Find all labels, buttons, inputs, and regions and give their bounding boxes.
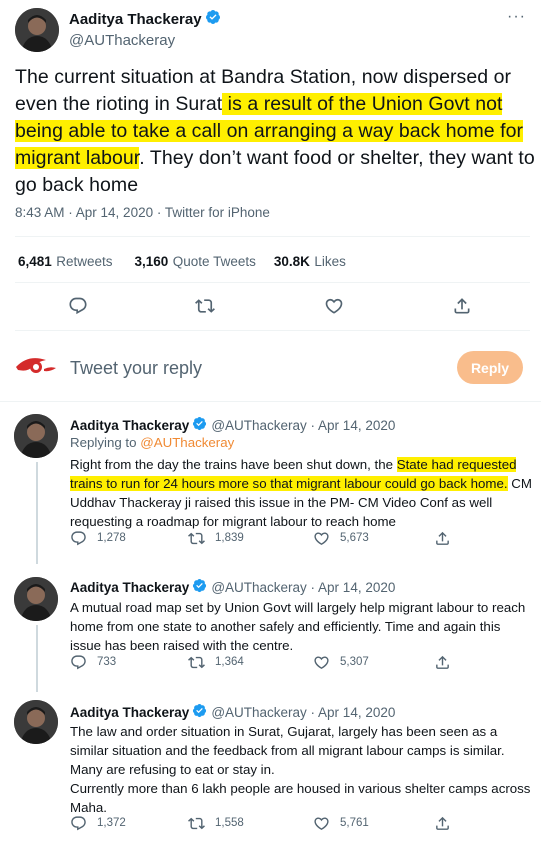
reply-icon — [71, 530, 86, 545]
divider — [15, 282, 530, 283]
more-icon[interactable]: ··· — [507, 8, 526, 26]
tweet-stats: 6,481 Retweets 3,160 Quote Tweets 30.8K … — [18, 253, 346, 271]
reply-text: Right from the day the trains have been … — [70, 457, 532, 529]
logo-icon — [14, 352, 58, 378]
reply-header: Aaditya Thackeray @AUThackeray · Apr 14,… — [70, 416, 395, 434]
reply-button[interactable]: Reply — [457, 351, 523, 384]
reply-icon[interactable] — [66, 294, 90, 318]
reply-composer-input[interactable]: Tweet your reply — [70, 358, 202, 379]
author-info: Aaditya Thackeray @AUThackeray — [69, 9, 221, 49]
divider — [0, 401, 541, 402]
author-name[interactable]: Aaditya Thackeray — [69, 11, 202, 28]
like-count: 5,673 — [340, 532, 369, 544]
author-handle[interactable]: @AUThackeray — [69, 32, 221, 49]
author-name[interactable]: Aaditya Thackeray — [70, 418, 189, 433]
like-action[interactable]: 5,673 — [313, 530, 369, 547]
verified-badge-icon — [205, 9, 221, 30]
tweet-text: The current situation at Bandra Station,… — [15, 66, 535, 196]
author-name[interactable]: Aaditya Thackeray — [70, 580, 189, 595]
reply-action[interactable]: 1,372 — [70, 815, 126, 832]
reply-count: 1,372 — [97, 817, 126, 829]
likes-stat[interactable]: 30.8K Likes — [274, 253, 346, 271]
retweet-icon — [188, 532, 205, 544]
share-action[interactable] — [434, 815, 451, 832]
author-handle[interactable]: @AUThackeray · Apr 14, 2020 — [211, 580, 395, 595]
share-icon — [436, 531, 449, 545]
divider — [15, 330, 530, 331]
like-count: 5,761 — [340, 817, 369, 829]
reply-header: Aaditya Thackeray @AUThackeray · Apr 14,… — [70, 578, 395, 596]
like-action[interactable]: 5,761 — [313, 815, 369, 832]
share-icon[interactable] — [450, 294, 474, 318]
reply-icon — [71, 815, 86, 830]
retweet-count: 1,364 — [215, 656, 244, 668]
avatar[interactable] — [14, 700, 58, 744]
quote-tweets-stat[interactable]: 3,160 Quote Tweets — [135, 253, 256, 271]
author-name[interactable]: Aaditya Thackeray — [70, 705, 189, 720]
reply-action[interactable]: 1,278 — [70, 530, 126, 547]
thread-line — [36, 625, 38, 692]
share-icon — [436, 816, 449, 830]
like-count: 5,307 — [340, 656, 369, 668]
share-action[interactable] — [434, 654, 451, 671]
retweet-action[interactable]: 1,364 — [188, 654, 244, 671]
reply-count: 733 — [97, 656, 117, 668]
retweet-icon — [188, 817, 205, 829]
author-handle[interactable]: @AUThackeray · Apr 14, 2020 — [211, 418, 395, 433]
retweets-stat[interactable]: 6,481 Retweets — [18, 253, 113, 271]
tweet-timestamp[interactable]: 8:43 AM · Apr 14, 2020 · Twitter for iPh… — [15, 205, 270, 220]
reply-header: Aaditya Thackeray @AUThackeray · Apr 14,… — [70, 703, 395, 721]
retweet-icon[interactable] — [193, 294, 217, 318]
retweet-count: 1,839 — [215, 532, 244, 544]
reply-text: The law and order situation in Surat, Gu… — [70, 724, 531, 815]
like-action[interactable]: 5,307 — [313, 654, 369, 671]
like-icon[interactable] — [322, 294, 346, 318]
avatar[interactable] — [14, 414, 58, 458]
thread-line — [36, 462, 38, 564]
avatar[interactable] — [15, 8, 59, 52]
like-icon — [314, 816, 329, 830]
verified-badge-icon — [192, 578, 207, 596]
replying-to: Replying to @AUThackeray — [70, 435, 235, 450]
avatar[interactable] — [14, 577, 58, 621]
replying-to-link[interactable]: @AUThackeray — [140, 435, 234, 450]
reply-action[interactable]: 733 — [70, 654, 116, 671]
reply-count: 1,278 — [97, 532, 126, 544]
verified-badge-icon — [192, 703, 207, 721]
share-icon — [436, 655, 449, 669]
like-icon — [314, 655, 329, 669]
share-action[interactable] — [434, 530, 451, 547]
retweet-count: 1,558 — [215, 817, 244, 829]
retweet-icon — [188, 656, 205, 668]
divider — [15, 236, 530, 237]
retweet-action[interactable]: 1,558 — [188, 815, 244, 832]
reply-text: A mutual road map set by Union Govt will… — [70, 600, 526, 653]
author-handle[interactable]: @AUThackeray · Apr 14, 2020 — [211, 705, 395, 720]
reply-icon — [71, 654, 86, 669]
verified-badge-icon — [192, 416, 207, 434]
like-icon — [314, 531, 329, 545]
retweet-action[interactable]: 1,839 — [188, 530, 244, 547]
